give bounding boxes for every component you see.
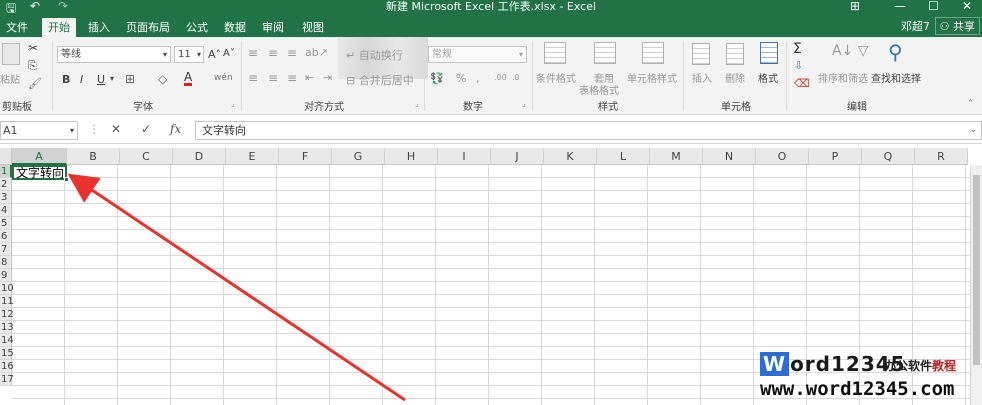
watermark-url: www.word12345.com xyxy=(760,378,955,400)
annotation-arrow xyxy=(67,173,406,402)
arrow-line xyxy=(67,173,406,402)
watermark-tagline: 办公软件教程 xyxy=(884,359,957,373)
watermark-logo-w: W xyxy=(760,352,790,376)
watermark: Word12345 办公软件教程 www.word12345.com xyxy=(756,350,982,405)
